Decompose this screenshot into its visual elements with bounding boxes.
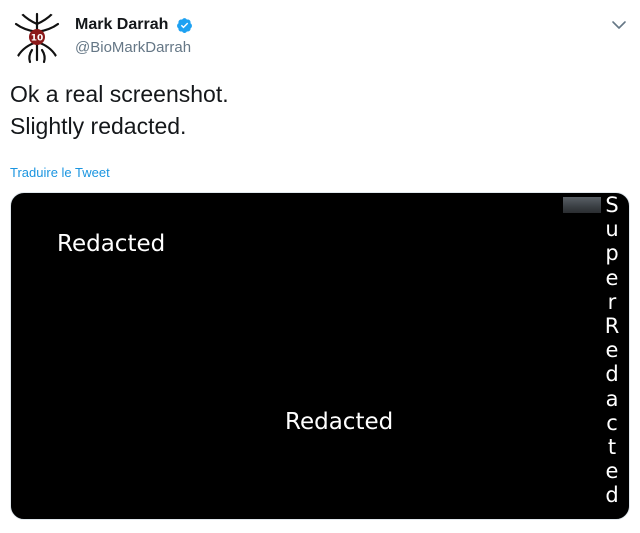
- vertical-letter: e: [605, 265, 619, 290]
- vertical-letter: S: [605, 193, 619, 217]
- vertical-letter: a: [605, 386, 619, 411]
- translate-tweet-link[interactable]: Traduire le Tweet: [10, 165, 110, 180]
- tweet-text-line: Slightly redacted.: [10, 113, 187, 139]
- user-block: Mark Darrah @BioMarkDarrah: [75, 16, 193, 56]
- image-thumbnail: [563, 197, 601, 213]
- redacted-label: Redacted: [57, 231, 166, 257]
- vertical-letter: d: [605, 362, 619, 387]
- tweet-card: 10 Mark Darrah @BioMarkDarrah Ok a real …: [0, 0, 640, 533]
- display-name[interactable]: Mark Darrah: [75, 16, 168, 34]
- tweet-text-line: Ok a real screenshot.: [10, 81, 229, 107]
- tweet-header: 10 Mark Darrah @BioMarkDarrah: [10, 10, 630, 66]
- vertical-letter: u: [605, 217, 619, 242]
- dragon-age-logo-icon: 10: [14, 12, 60, 64]
- vertical-letter: p: [605, 241, 619, 266]
- redacted-label: Redacted: [285, 409, 394, 435]
- vertical-letter: r: [607, 289, 617, 314]
- vertical-letter: R: [604, 314, 620, 339]
- chevron-down-icon[interactable]: [610, 16, 628, 34]
- vertical-letter: c: [606, 410, 618, 435]
- vertical-letter: e: [605, 338, 619, 363]
- svg-text:10: 10: [31, 34, 44, 44]
- vertical-letter: t: [607, 435, 617, 460]
- user-handle[interactable]: @BioMarkDarrah: [75, 39, 193, 56]
- super-redacted-vertical-text: S u p e r R e d a c t e d: [601, 193, 623, 508]
- vertical-letter: e: [605, 459, 619, 484]
- vertical-letter: d: [605, 483, 619, 508]
- tweet-text: Ok a real screenshot. Slightly redacted.: [10, 78, 610, 142]
- avatar[interactable]: 10: [10, 10, 64, 64]
- tweet-media-image[interactable]: Redacted Redacted S u p e r R e d a c t …: [10, 192, 630, 520]
- verified-badge-icon: [176, 17, 192, 33]
